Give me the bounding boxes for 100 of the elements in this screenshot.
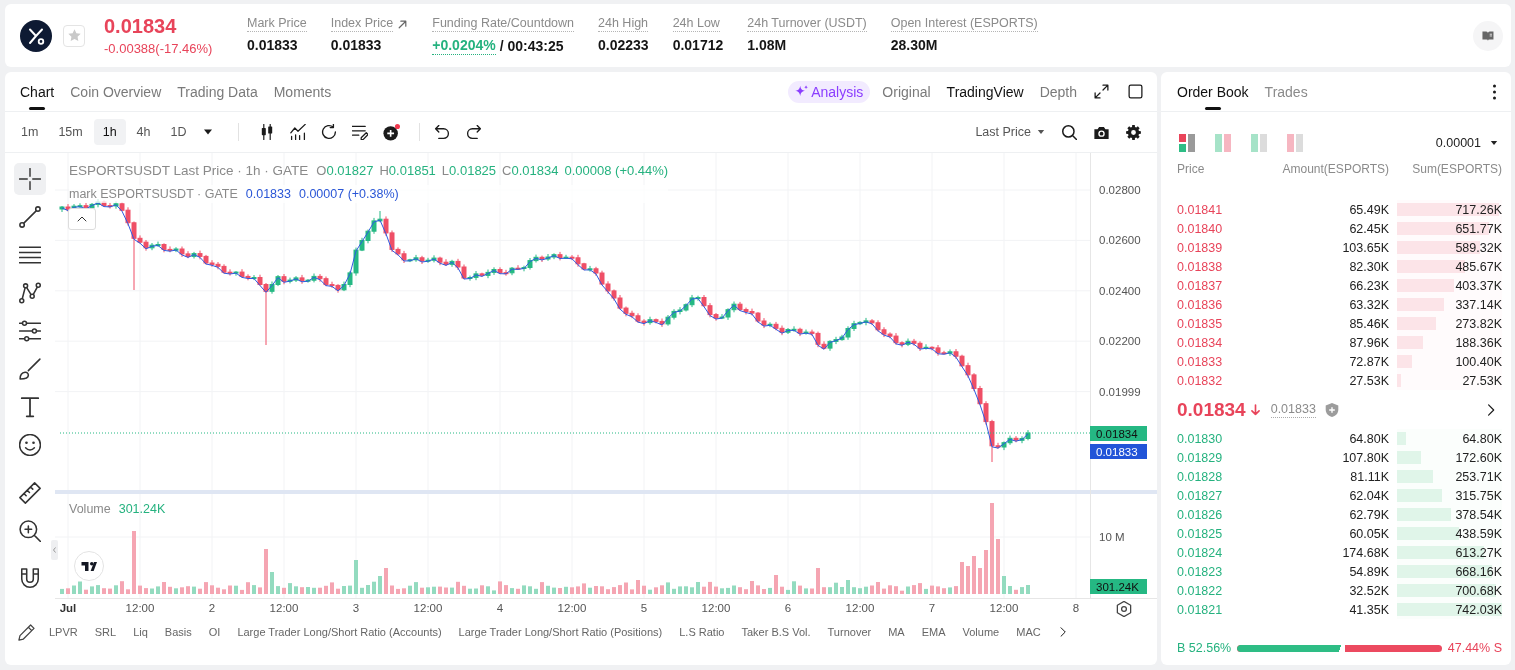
view-mode-tab[interactable]: Original xyxy=(874,72,939,111)
indicator-tab[interactable]: Turnover xyxy=(827,626,872,638)
order-price: 0.01835 xyxy=(1177,316,1223,331)
horizontal-lines-icon xyxy=(19,244,41,266)
indicator-tab[interactable]: MAC xyxy=(1016,626,1041,638)
volume-value: 301.24K xyxy=(118,501,166,517)
caret-down-icon[interactable] xyxy=(202,127,213,137)
arrow-up-right-icon[interactable] xyxy=(397,18,409,30)
time-axis-label: 12:00 xyxy=(125,602,155,614)
more-icon[interactable] xyxy=(1492,83,1497,100)
precision-dropdown[interactable]: 0.00001 xyxy=(1435,136,1498,150)
add-icon[interactable] xyxy=(382,123,400,141)
time-axis-label: 7 xyxy=(928,602,936,614)
search-icon[interactable] xyxy=(1062,124,1077,140)
order-amount: 103.65K xyxy=(1342,240,1389,255)
mark-price-title: mark ESPORTSUSDT · GATE xyxy=(69,187,238,201)
order-book-tab[interactable]: Trades xyxy=(1258,72,1314,111)
indicator-tab[interactable]: Large Trader Long/Short Ratio (Accounts) xyxy=(237,626,442,638)
book-icon[interactable] xyxy=(1473,20,1503,51)
indicator-tab[interactable]: L.S Ratio xyxy=(679,626,725,638)
chart-tab[interactable]: Trading Data xyxy=(171,72,264,111)
shield-icon xyxy=(1324,402,1339,417)
stat-value: 28.30M xyxy=(890,37,938,54)
time-axis-label: 12:00 xyxy=(989,602,1019,614)
logo-icon[interactable] xyxy=(74,551,104,581)
order-sum: 742.03K xyxy=(1455,602,1502,617)
mark-price-value: 0.01833 xyxy=(245,187,291,201)
stat-value: 1.08M xyxy=(747,37,787,54)
chart-settings-icon[interactable] xyxy=(1117,601,1131,617)
order-price: 0.01824 xyxy=(1177,545,1223,560)
caret-down-icon xyxy=(1490,139,1498,147)
order-sum: 253.71K xyxy=(1455,469,1502,484)
view-mode-tab[interactable]: TradingView xyxy=(938,72,1032,111)
indicator-tab[interactable]: Large Trader Long/Short Ratio (Positions) xyxy=(458,626,663,638)
indicator-tab[interactable]: Basis xyxy=(164,626,192,638)
interval-button[interactable]: 1h xyxy=(93,119,126,145)
order-amount: 63.32K xyxy=(1349,297,1389,312)
time-axis-label: 4 xyxy=(496,602,504,614)
order-amount: 66.23K xyxy=(1349,278,1389,293)
order-book-tab[interactable]: Order Book xyxy=(1171,72,1255,111)
ohlc-value: O0.01827 xyxy=(316,162,374,178)
price-axis-label: 0.02400 xyxy=(1099,284,1141,297)
price-source-dropdown[interactable]: Last Price xyxy=(975,119,1045,145)
undo-icon[interactable] xyxy=(433,124,450,140)
indicator-tab[interactable]: Liq xyxy=(133,626,148,638)
interval-button[interactable]: 4h xyxy=(127,119,160,145)
chart-tab[interactable]: Coin Overview xyxy=(64,72,168,111)
time-axis-label: 2 xyxy=(208,602,216,614)
panel-handle-icon[interactable] xyxy=(51,540,58,560)
indicator-tab[interactable]: MA xyxy=(888,626,905,638)
chevron-up-icon xyxy=(77,214,87,224)
last-price: 0.01834 xyxy=(104,14,177,38)
chevron-right-icon[interactable] xyxy=(1485,403,1497,416)
stat-value: 0.02233 xyxy=(598,37,649,54)
mark-price: 0.01833 xyxy=(1270,401,1316,418)
redo-icon[interactable] xyxy=(465,124,482,140)
indicator-tab[interactable]: EMA xyxy=(921,626,946,638)
stat-label: Mark Price xyxy=(247,16,307,32)
replay-icon[interactable] xyxy=(320,124,337,140)
order-sum: 188.36K xyxy=(1455,335,1502,350)
chevron-right-icon[interactable] xyxy=(1057,627,1068,637)
fullscreen-icon[interactable] xyxy=(1094,84,1109,99)
indicator-tab[interactable]: SRL xyxy=(94,626,117,638)
drawing-tool-button[interactable] xyxy=(14,163,46,195)
last-price: 0.01834 xyxy=(1177,398,1246,421)
book-layout-icon[interactable] xyxy=(1179,134,1195,152)
ohlc-value: L0.01825 xyxy=(441,162,497,178)
order-sum: 438.59K xyxy=(1455,526,1502,541)
trend-line-icon xyxy=(19,206,41,228)
order-price: 0.01832 xyxy=(1177,373,1223,388)
pencil-icon[interactable] xyxy=(18,623,36,641)
template-icon[interactable] xyxy=(351,124,368,140)
time-axis-label: 12:00 xyxy=(269,602,299,614)
chart-tab[interactable]: Moments xyxy=(267,72,338,111)
order-amount: 174.68K xyxy=(1342,545,1389,560)
order-price: 0.01828 xyxy=(1177,469,1223,484)
chart-tab[interactable]: Chart xyxy=(14,72,61,111)
order-sum: 27.53K xyxy=(1462,373,1502,388)
interval-button[interactable]: 15m xyxy=(49,119,92,145)
indicator-tab[interactable]: Volume xyxy=(962,626,1000,638)
order-amount: 81.11K xyxy=(1350,469,1389,484)
indicator-tab[interactable]: Taker B.S Vol. xyxy=(741,626,811,638)
text-tool-icon xyxy=(19,396,41,418)
order-sum: 651.77K xyxy=(1455,221,1502,236)
interval-button[interactable]: 1D xyxy=(161,119,196,145)
settings-icon[interactable] xyxy=(1126,124,1141,140)
order-sum: 613.27K xyxy=(1455,545,1502,560)
levels-icon xyxy=(19,320,41,342)
view-mode-tab[interactable]: Depth xyxy=(1031,72,1085,111)
order-sum: 485.67K xyxy=(1455,259,1502,274)
order-amount: 82.30K xyxy=(1349,259,1389,274)
order-amount: 85.46K xyxy=(1349,316,1389,331)
indicator-icon[interactable] xyxy=(289,124,306,140)
ai-analysis-button[interactable]: Analysis xyxy=(788,80,871,103)
interval-button[interactable]: 1m xyxy=(12,119,48,145)
camera-icon[interactable] xyxy=(1094,124,1109,140)
indicator-tab[interactable]: OI xyxy=(208,626,221,638)
order-sum: 403.37K xyxy=(1455,278,1502,293)
indicator-tab[interactable]: LPVR xyxy=(49,626,78,638)
square-icon[interactable] xyxy=(1128,84,1143,99)
